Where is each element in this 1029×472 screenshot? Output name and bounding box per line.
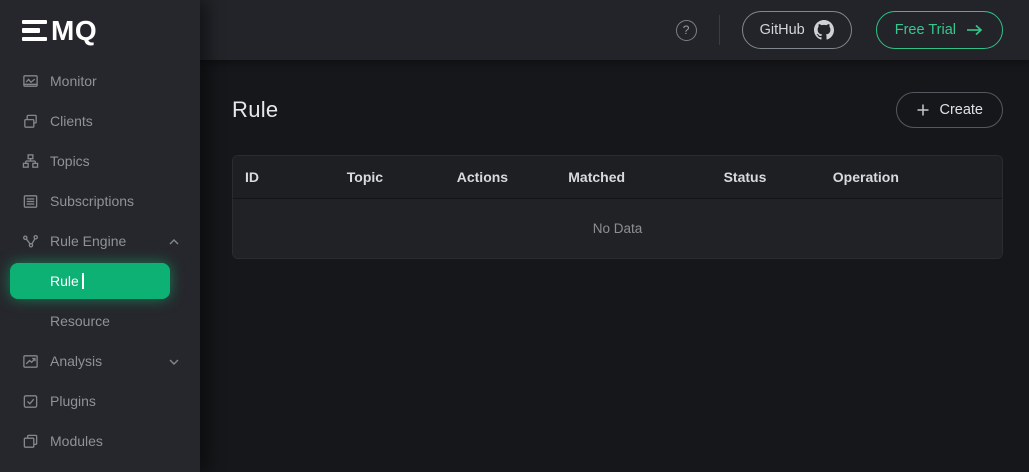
sidebar-item-label: Monitor	[50, 73, 180, 89]
plugins-icon	[22, 393, 39, 410]
github-button-label: GitHub	[760, 22, 805, 38]
topbar-divider	[719, 15, 720, 45]
emq-logo[interactable]: MQ	[0, 0, 200, 61]
sidebar-subitem-label: Rule	[50, 273, 79, 289]
sidebar-subitem-label: Resource	[50, 313, 110, 329]
create-button[interactable]: Create	[896, 92, 1003, 128]
create-button-label: Create	[939, 102, 983, 118]
free-trial-button[interactable]: Free Trial	[876, 11, 1003, 49]
sidebar-item-label: Clients	[50, 113, 180, 129]
sidebar-subitem-resource[interactable]: Resource	[0, 301, 200, 341]
sidebar-item-modules[interactable]: Modules	[0, 421, 200, 461]
column-header-status: Status	[724, 156, 833, 199]
sidebar-subitem-rule[interactable]: Rule	[10, 263, 170, 299]
github-octocat-icon	[814, 20, 834, 40]
column-header-operation: Operation	[833, 156, 1002, 199]
sidebar-item-plugins[interactable]: Plugins	[0, 381, 200, 421]
chevron-down-icon	[168, 355, 180, 367]
modules-icon	[22, 433, 39, 450]
rules-table: ID Topic Actions Matched Status Operatio…	[233, 156, 1002, 258]
arrow-right-icon	[966, 23, 984, 37]
subscriptions-icon	[22, 193, 39, 210]
main-area: ? GitHub Free Trial Rule	[200, 0, 1029, 472]
title-row: Rule Create	[232, 92, 1003, 128]
column-header-topic: Topic	[347, 156, 457, 199]
sidebar-item-topics[interactable]: Topics	[0, 141, 200, 181]
sidebar-item-monitor[interactable]: Monitor	[0, 61, 200, 101]
empty-row: No Data	[233, 199, 1002, 258]
rule-engine-icon	[22, 233, 39, 250]
text-cursor	[82, 273, 84, 289]
help-icon[interactable]: ?	[676, 20, 697, 41]
emq-logo-e-icon	[22, 20, 47, 42]
column-header-matched: Matched	[568, 156, 723, 199]
rules-table-card: ID Topic Actions Matched Status Operatio…	[232, 155, 1003, 259]
sidebar-menu: Monitor Clients	[0, 61, 200, 461]
table-header-row: ID Topic Actions Matched Status Operatio…	[233, 156, 1002, 199]
sidebar: MQ Monitor	[0, 0, 200, 472]
clients-icon	[22, 113, 39, 130]
sidebar-item-label: Analysis	[50, 353, 168, 369]
analysis-icon	[22, 353, 39, 370]
sidebar-item-label: Topics	[50, 153, 180, 169]
free-trial-label: Free Trial	[895, 22, 956, 38]
sidebar-item-subscriptions[interactable]: Subscriptions	[0, 181, 200, 221]
chevron-up-icon	[168, 235, 180, 247]
sidebar-item-label: Plugins	[50, 393, 180, 409]
column-header-id: ID	[233, 156, 347, 199]
topics-icon	[22, 153, 39, 170]
no-data-text: No Data	[233, 199, 1002, 258]
page-title: Rule	[232, 97, 278, 123]
sidebar-item-label: Rule Engine	[50, 233, 168, 249]
sidebar-item-label: Subscriptions	[50, 193, 180, 209]
monitor-icon	[22, 73, 39, 90]
content: Rule Create ID	[200, 60, 1029, 472]
github-button[interactable]: GitHub	[742, 11, 852, 49]
topbar: ? GitHub Free Trial	[200, 0, 1029, 60]
sidebar-item-clients[interactable]: Clients	[0, 101, 200, 141]
column-header-actions: Actions	[457, 156, 569, 199]
sidebar-item-rule-engine[interactable]: Rule Engine	[0, 221, 200, 261]
plus-icon	[916, 103, 930, 117]
emq-logo-text: MQ	[51, 17, 97, 45]
sidebar-item-label: Modules	[50, 433, 180, 449]
app-window: MQ Monitor	[0, 0, 1029, 472]
sidebar-item-analysis[interactable]: Analysis	[0, 341, 200, 381]
